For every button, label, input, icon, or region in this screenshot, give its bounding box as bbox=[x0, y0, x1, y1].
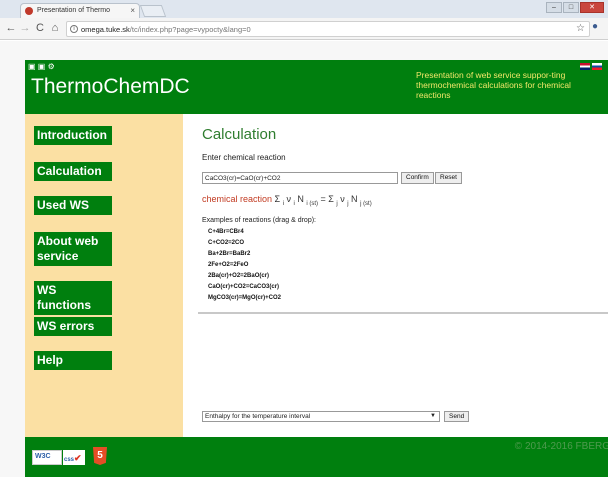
browser-toolbar: ← → C ⌂ i omega.tuke.sk/tc/index.php?pag… bbox=[0, 18, 608, 40]
flag-sk-icon[interactable] bbox=[592, 63, 602, 70]
browser-tab[interactable]: Presentation of Thermo × bbox=[20, 3, 140, 18]
forward-icon[interactable]: → bbox=[18, 22, 32, 34]
page-title: Calculation bbox=[202, 126, 277, 143]
page: ▣ ▣ ⚙ ThermoChemDC Presentation of web s… bbox=[0, 41, 608, 477]
back-icon[interactable]: ← bbox=[4, 22, 18, 34]
language-flags bbox=[580, 63, 602, 70]
site-logo[interactable]: ThermoChemDC bbox=[31, 75, 190, 99]
sidebar-item-about[interactable]: About web service bbox=[34, 232, 112, 266]
sidebar-item-used-ws[interactable]: Used WS bbox=[34, 196, 112, 215]
checkmark-icon: ✔ bbox=[74, 453, 82, 463]
site-footer: W3C css✔ 5 © 2014-2016 FBERG bbox=[25, 437, 608, 477]
tab-title: Presentation of Thermo bbox=[37, 7, 111, 14]
bookmark-star-icon[interactable]: ☆ bbox=[576, 23, 585, 34]
sidebar-item-calculation[interactable]: Calculation bbox=[34, 162, 112, 181]
chevron-down-icon: ▼ bbox=[430, 413, 436, 419]
examples-label: Examples of reactions (drag & drop): bbox=[202, 217, 316, 224]
window-controls: – □ ✕ bbox=[546, 2, 604, 13]
formula-label: chemical reaction bbox=[202, 194, 273, 204]
formula-equation: Σ i ν i N i (st) = Σ j ν j N j (st) bbox=[274, 194, 372, 207]
reset-button[interactable]: Reset bbox=[435, 172, 462, 184]
example-reaction[interactable]: MgCO3(cr)=MgO(cr)+CO2 bbox=[208, 293, 281, 304]
copyright: © 2014-2016 FBERG bbox=[514, 441, 608, 452]
confirm-button[interactable]: Confirm bbox=[401, 172, 434, 184]
example-reaction[interactable]: 2Ba(cr)+O2=2BaO(cr) bbox=[208, 271, 281, 282]
new-tab-button[interactable] bbox=[139, 5, 167, 17]
example-reaction[interactable]: C+4Br=CBr4 bbox=[208, 227, 281, 238]
maximize-button[interactable]: □ bbox=[563, 2, 579, 13]
select-value: Enthalpy for the temperature interval bbox=[205, 413, 311, 420]
css-badge-icon[interactable]: css✔ bbox=[63, 450, 85, 465]
favicon-icon bbox=[25, 7, 33, 15]
reaction-formula: chemical reaction Σ i ν i N i (st) = Σ j… bbox=[202, 194, 372, 207]
calculation-select[interactable]: Enthalpy for the temperature interval ▼ bbox=[202, 411, 440, 422]
example-reaction[interactable]: Ba+2Br=BaBr2 bbox=[208, 249, 281, 260]
example-reaction[interactable]: C+CO2=2CO bbox=[208, 238, 281, 249]
url-path: /tc/index.php?page=vypocty&lang=0 bbox=[129, 25, 251, 34]
minimize-button[interactable]: – bbox=[546, 2, 562, 13]
divider bbox=[198, 312, 608, 314]
examples-list: C+4Br=CBr4 C+CO2=2CO Ba+2Br=BaBr2 2Fe+O2… bbox=[208, 227, 281, 304]
site-header: ▣ ▣ ⚙ ThermoChemDC Presentation of web s… bbox=[25, 60, 608, 114]
extension-icon[interactable]: ● bbox=[592, 21, 598, 32]
reload-icon[interactable]: C bbox=[33, 22, 47, 34]
main-content: Calculation Enter chemical reaction Conf… bbox=[183, 114, 608, 437]
home-icon[interactable]: ⌂ bbox=[48, 22, 62, 34]
send-button[interactable]: Send bbox=[444, 411, 470, 422]
site-small-icon[interactable]: ▣ bbox=[38, 62, 46, 71]
sidebar-item-ws-functions[interactable]: WS functions bbox=[34, 281, 112, 315]
site-tagline: Presentation of web service suppor-ting … bbox=[416, 70, 571, 100]
sidebar: Introduction Calculation Used WS About w… bbox=[25, 114, 183, 437]
header-icons: ▣ ▣ ⚙ bbox=[28, 62, 55, 71]
example-reaction[interactable]: 2Fe+O2=2FeO bbox=[208, 260, 281, 271]
reaction-input[interactable] bbox=[202, 172, 398, 184]
flag-en-icon[interactable] bbox=[580, 63, 590, 70]
info-icon[interactable]: i bbox=[70, 25, 78, 33]
url-host: omega.tuke.sk bbox=[81, 25, 130, 34]
html5-badge-icon[interactable]: 5 bbox=[93, 447, 107, 465]
sidebar-item-help[interactable]: Help bbox=[34, 351, 112, 370]
site-small-icon[interactable]: ▣ bbox=[28, 62, 36, 71]
sidebar-item-ws-errors[interactable]: WS errors bbox=[34, 317, 112, 336]
w3c-badge-icon[interactable]: W3C bbox=[32, 450, 62, 465]
close-window-button[interactable]: ✕ bbox=[580, 2, 604, 13]
page-subtitle: Enter chemical reaction bbox=[202, 153, 286, 162]
tab-close-icon[interactable]: × bbox=[130, 6, 135, 15]
browser-titlebar: Presentation of Thermo × – □ ✕ bbox=[0, 0, 608, 18]
site-small-icon[interactable]: ⚙ bbox=[48, 62, 55, 71]
address-bar[interactable]: i omega.tuke.sk/tc/index.php?page=vypoct… bbox=[66, 21, 590, 37]
css-label: css bbox=[64, 457, 75, 463]
sidebar-item-introduction[interactable]: Introduction bbox=[34, 126, 112, 145]
example-reaction[interactable]: CaO(cr)+CO2=CaCO3(cr) bbox=[208, 282, 281, 293]
